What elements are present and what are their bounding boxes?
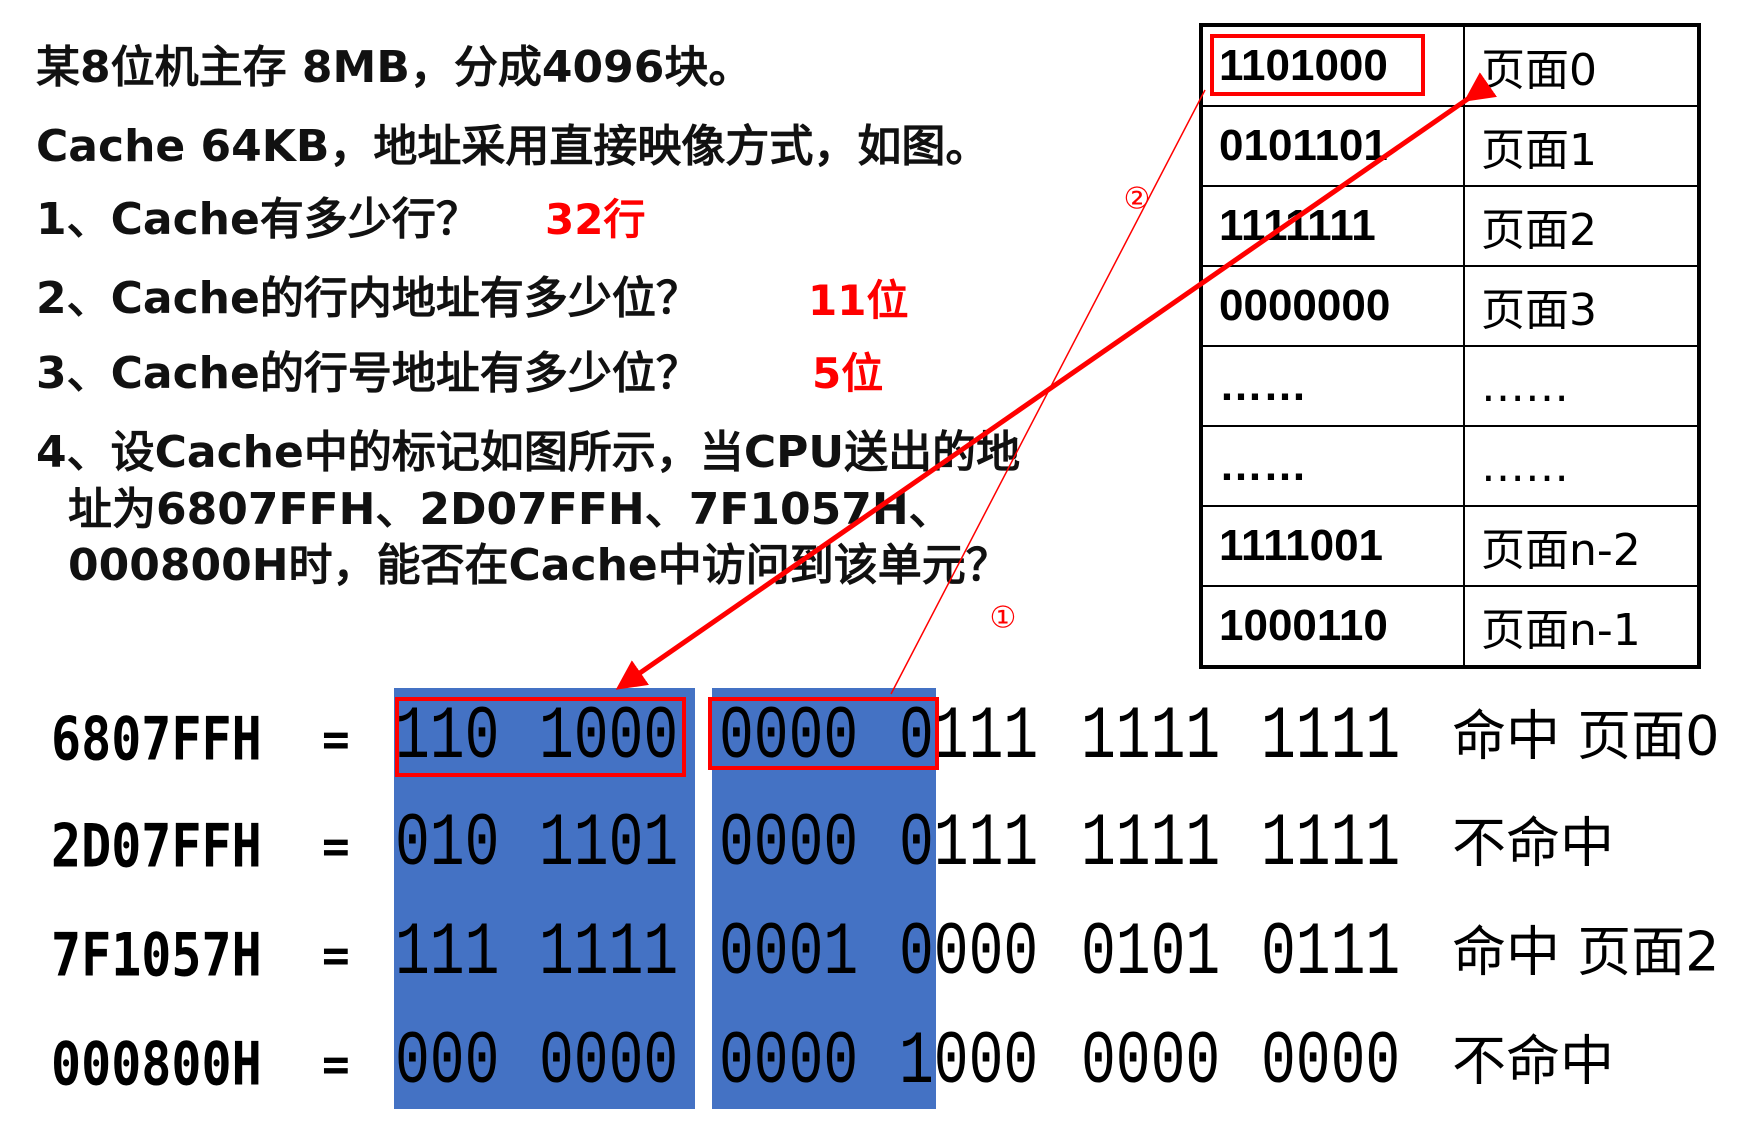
circle-1-label: ① <box>989 600 1017 636</box>
circle-2-label: ② <box>1123 181 1151 217</box>
double-arrow <box>615 72 1497 690</box>
arrows-overlay <box>615 72 1497 695</box>
